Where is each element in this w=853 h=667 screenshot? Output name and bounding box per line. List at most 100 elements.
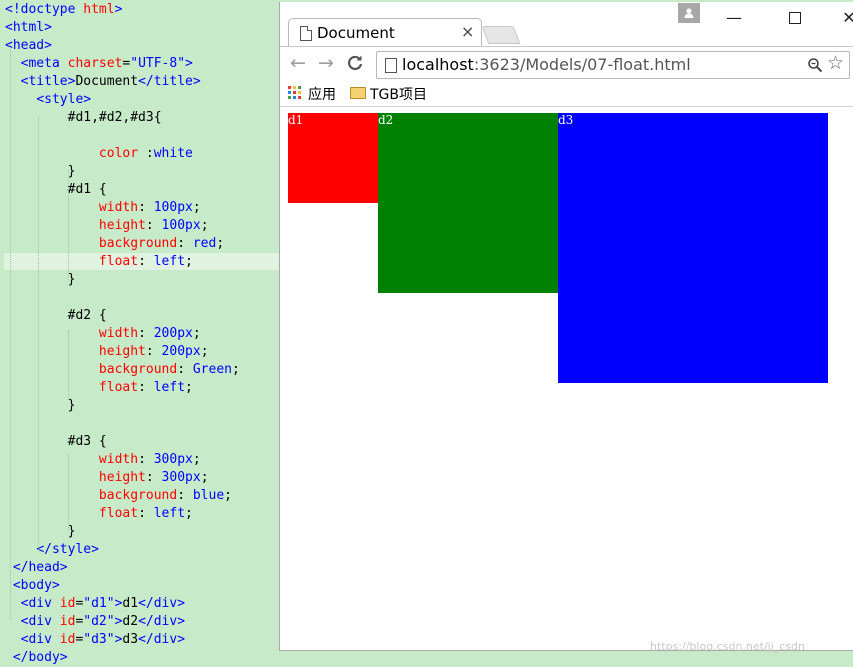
code-token: Document <box>75 74 139 89</box>
code-token: <body> <box>12 578 60 593</box>
code-line[interactable]: <title>Document</title> <box>5 73 201 91</box>
code-line[interactable]: width: 100px; <box>5 199 201 217</box>
code-token: : <box>177 362 193 377</box>
code-line[interactable]: float: left; <box>5 253 193 271</box>
box-d1: d1 <box>288 113 378 203</box>
zoom-icon[interactable] <box>807 54 823 78</box>
code-token: height <box>98 344 146 359</box>
code-line[interactable]: <div id="d3">d3</div> <box>5 631 185 649</box>
code-line[interactable]: <div id="d1">d1</div> <box>5 595 185 613</box>
code-line[interactable]: <div id="d2">d2</div> <box>5 613 185 631</box>
code-line[interactable]: width: 300px; <box>5 451 201 469</box>
code-line[interactable]: <style> <box>5 91 91 109</box>
code-token: ; <box>200 218 209 233</box>
code-token: html <box>83 2 115 17</box>
address-bar[interactable]: localhost:3623/Models/07-float.html ☆ <box>376 51 850 79</box>
code-token: left <box>153 506 186 521</box>
code-token: left <box>153 254 186 269</box>
code-line[interactable]: #d2 { <box>5 307 107 325</box>
code-line[interactable]: height: 200px; <box>5 343 209 361</box>
code-token: #d3 { <box>5 434 107 449</box>
maximize-button[interactable] <box>785 8 805 28</box>
tab-close-icon[interactable]: × <box>461 22 474 41</box>
code-line[interactable]: float: left; <box>5 379 193 397</box>
new-tab-button[interactable] <box>481 26 521 44</box>
code-line[interactable]: height: 100px; <box>5 217 209 235</box>
profile-icon[interactable] <box>678 3 700 23</box>
code-line[interactable]: <head> <box>5 37 52 55</box>
code-token: left <box>153 380 186 395</box>
code-line[interactable]: width: 200px; <box>5 325 201 343</box>
code-line[interactable]: <html> <box>5 19 52 37</box>
code-line[interactable]: height: 300px; <box>5 469 209 487</box>
code-line[interactable]: background: Green; <box>5 361 240 379</box>
code-token: ; <box>185 254 193 269</box>
code-token: background <box>98 362 178 377</box>
code-token: d2 <box>122 614 139 629</box>
code-token: </div> <box>138 596 186 611</box>
close-window-button[interactable]: ✕ <box>839 8 853 28</box>
code-token: : <box>177 488 193 503</box>
code-line[interactable]: <body> <box>5 577 60 595</box>
code-token: 100px <box>153 200 193 215</box>
code-line[interactable]: } <box>5 523 76 541</box>
apps-icon[interactable] <box>288 86 302 100</box>
code-token: color <box>98 146 139 161</box>
code-token: <!doctype <box>5 2 84 17</box>
code-line[interactable]: } <box>5 163 76 181</box>
reload-button[interactable] <box>343 51 367 75</box>
back-button[interactable]: ← <box>286 51 310 75</box>
code-token: <meta <box>20 56 68 71</box>
code-line[interactable]: background: blue; <box>5 487 232 505</box>
code-line[interactable]: color :white <box>5 145 193 163</box>
forward-button[interactable]: → <box>314 51 338 75</box>
code-token: 300px <box>153 452 193 467</box>
code-token: <div <box>20 614 60 629</box>
code-token: ; <box>200 470 209 485</box>
code-token: ; <box>192 452 201 467</box>
indent-guide <box>68 455 69 530</box>
code-token: height <box>98 218 146 233</box>
code-token: } <box>5 398 76 413</box>
code-token: <title> <box>20 74 76 89</box>
code-line[interactable]: #d1 { <box>5 181 107 199</box>
bookmark-folder-tgb[interactable]: TGB项目 <box>370 84 427 104</box>
apps-bookmark[interactable]: 应用 <box>308 84 336 104</box>
code-token: : <box>138 506 154 521</box>
code-token: ; <box>232 362 240 377</box>
code-line[interactable]: <meta charset="UTF-8"> <box>5 55 193 73</box>
code-line[interactable]: <!doctype html> <box>5 1 122 19</box>
browser-window: Document × — ✕ ← → localhost:3623/Models… <box>279 2 853 651</box>
indent-guide <box>68 330 69 400</box>
minimize-button[interactable]: — <box>724 8 744 28</box>
code-token: 300px <box>161 470 201 485</box>
code-token: width <box>98 326 139 341</box>
document-icon <box>300 26 312 41</box>
code-token: id <box>59 614 76 629</box>
code-line[interactable]: float: left; <box>5 505 193 523</box>
code-token: d3 <box>122 632 139 647</box>
code-token: : <box>138 452 154 467</box>
code-line[interactable]: } <box>5 397 76 415</box>
tab-document[interactable]: Document × <box>288 18 482 46</box>
code-line[interactable]: </style> <box>5 541 99 559</box>
bookmark-star-icon[interactable]: ☆ <box>827 52 844 74</box>
code-line[interactable]: #d1,#d2,#d3{ <box>5 109 162 127</box>
code-line[interactable]: </head> <box>5 559 68 577</box>
code-editor[interactable]: <!doctype html> <html> <head> <meta charse… <box>0 0 280 666</box>
code-line[interactable]: </body> <box>5 649 68 667</box>
code-line[interactable]: } <box>5 271 76 289</box>
code-line[interactable]: #d3 { <box>5 433 107 451</box>
code-token: ; <box>185 506 193 521</box>
indent-guide <box>38 117 39 550</box>
code-token: : <box>138 146 154 161</box>
code-token: 100px <box>161 218 201 233</box>
